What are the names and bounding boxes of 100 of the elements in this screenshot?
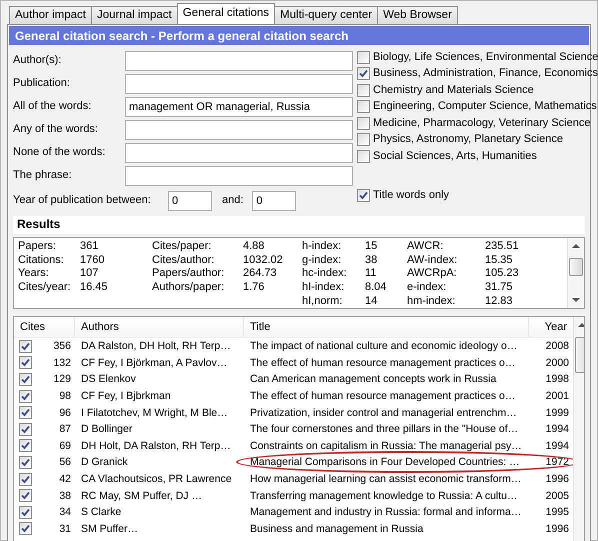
authors-cell-text: D Bollinger	[80, 422, 134, 436]
cites-cell-text: 87	[58, 422, 71, 436]
panel-header: General citation search - Perform a general citation search	[9, 26, 589, 45]
year-cell-text: 2008	[544, 339, 570, 354]
stat-label: g-index:	[302, 254, 342, 268]
input-field[interactable]: management OR managerial, Russia	[125, 96, 353, 116]
column-header[interactable]: Cites	[14, 317, 75, 337]
authors-cell-text: DA Ralston, DH Holt, RH Terp…	[80, 339, 232, 354]
cites-cell-text: 129	[52, 372, 71, 386]
year-cell-text: 2000	[544, 356, 570, 370]
stat-value: 16.45	[80, 281, 109, 295]
checkbox[interactable]	[357, 150, 370, 163]
input-field[interactable]	[125, 166, 353, 186]
input-field[interactable]	[125, 120, 353, 140]
stat-label: e-index:	[407, 281, 448, 295]
tab[interactable]: General citations	[176, 3, 276, 24]
stat-label: hm-index:	[407, 294, 456, 309]
checkbox[interactable]	[19, 489, 32, 502]
checkbox[interactable]	[19, 406, 32, 420]
checkbox[interactable]	[19, 439, 32, 452]
field-label: Author(s):	[13, 54, 62, 68]
checkbox-label: Engineering, Computer Science, Mathematics	[373, 100, 597, 114]
stat-value: 1032.02	[243, 254, 284, 268]
checkbox[interactable]	[357, 133, 370, 146]
cites-cell-text: 56	[58, 455, 71, 470]
authors-cell-text: CF Fey, I Björkman, A Pavlov…	[80, 356, 228, 370]
scrollbar[interactable]	[567, 238, 584, 308]
scroll-thumb[interactable]	[569, 258, 583, 276]
checkbox[interactable]	[357, 50, 370, 64]
checkbox[interactable]	[357, 84, 370, 97]
input-field[interactable]	[125, 142, 353, 162]
input-field[interactable]	[125, 74, 353, 94]
checkbox[interactable]	[19, 390, 32, 403]
authors-cell-text: RC May, SM Puffer, DJ …	[80, 488, 203, 503]
checkbox[interactable]	[357, 189, 370, 202]
stat-label: Cites/paper:	[152, 240, 212, 254]
tab[interactable]: Web Browser	[377, 6, 458, 24]
stat-value: 105.23	[485, 267, 520, 282]
tab[interactable]: Author impact	[9, 6, 92, 24]
authors-cell-text: CA Vlachoutsicos, PR Lawrence	[80, 472, 233, 486]
stat-label: hI-index:	[302, 281, 346, 295]
checkbox[interactable]	[19, 456, 32, 469]
checkbox[interactable]	[19, 506, 32, 519]
stat-value: 15.35	[485, 254, 514, 268]
checkbox[interactable]	[357, 67, 370, 80]
input-field[interactable]	[125, 50, 353, 70]
title-cell-text: The effect of human resource management practices o…	[249, 356, 516, 370]
title-cell-text: How managerial learning can assist economic transform…	[249, 472, 522, 486]
checkbox[interactable]	[357, 116, 370, 130]
checkbox[interactable]	[19, 422, 32, 436]
stat-value: 235.51	[485, 240, 520, 254]
checkbox[interactable]	[19, 356, 32, 370]
field-label: The phrase:	[13, 168, 73, 182]
year-cell-text: 1994	[544, 422, 570, 436]
stat-label: AW-index:	[407, 254, 458, 268]
checkbox[interactable]	[357, 100, 370, 114]
scroll-up-icon[interactable]	[578, 322, 584, 328]
stat-value: 38	[365, 254, 378, 268]
column-header[interactable]: Authors	[75, 317, 244, 337]
input-field[interactable]: 0	[168, 190, 212, 210]
stat-label: Authors/paper:	[152, 281, 226, 295]
cites-cell-text: 42	[58, 472, 71, 486]
checkbox-label: Social Sciences, Arts, Humanities	[373, 150, 537, 163]
year-cell-text: 1996	[544, 472, 570, 486]
scroll-down-icon[interactable]	[572, 297, 580, 303]
authors-cell-text: SM Puffer…	[80, 522, 139, 536]
year-cell-text: 2005	[544, 488, 570, 503]
cites-cell-text: 132	[52, 356, 71, 370]
checkbox-label: Business, Administration, Finance, Economics	[373, 67, 598, 80]
checkbox[interactable]	[19, 340, 32, 353]
field-label: and:	[222, 194, 244, 208]
scroll-up-icon[interactable]	[572, 243, 580, 249]
authors-cell-text: DS Elenkov	[80, 372, 137, 386]
field-label: Any of the words:	[13, 122, 99, 136]
stat-label: Citations:	[18, 254, 65, 268]
column-header[interactable]: Title	[244, 317, 529, 337]
tab[interactable]: Journal impact	[90, 6, 178, 24]
checkmark-icon	[359, 191, 368, 200]
cites-cell-text: 69	[58, 438, 71, 453]
year-cell-text: 1998	[544, 372, 570, 386]
cites-cell-text: 96	[58, 406, 71, 420]
stat-value: 8.04	[365, 281, 388, 295]
column-header[interactable]: Year	[529, 317, 573, 337]
stat-label: Papers/author:	[152, 267, 226, 282]
tab[interactable]: Multi-query center	[274, 6, 378, 24]
year-cell-text: 1972	[544, 455, 570, 470]
authors-cell-text: D Granick	[80, 455, 129, 470]
stat-label: Papers:	[18, 240, 57, 254]
stat-label: Years:	[18, 267, 50, 282]
authors-cell-text: CF Fey, I Bjbrkman	[80, 389, 172, 404]
input-field[interactable]: 0	[252, 190, 296, 210]
year-cell-text: 2001	[544, 389, 570, 404]
checkbox[interactable]	[19, 472, 32, 486]
checkmark-icon	[359, 69, 368, 78]
checkbox[interactable]	[19, 372, 32, 386]
year-cell-text: 1994	[544, 438, 570, 453]
title-cell-text: The impact of national culture and economic ideology o…	[249, 339, 518, 354]
year-cell-text: 1999	[544, 406, 570, 420]
checkbox-label: Biology, Life Sciences, Environmental Science	[373, 50, 598, 64]
checkbox[interactable]	[19, 522, 32, 536]
